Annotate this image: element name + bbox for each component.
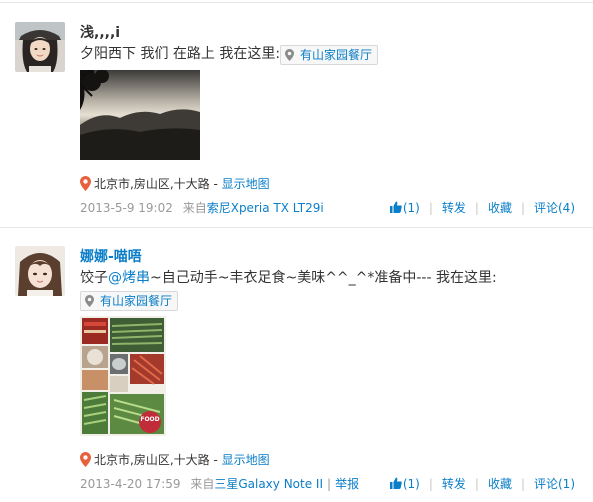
thumbs-up-icon [389,477,402,489]
like-count: (1) [402,477,420,491]
geo-address: 北京市,房山区,十大路 - [94,453,222,467]
like-button[interactable]: (1) [389,201,420,215]
source-prefix: 来自 [190,477,215,491]
report-link[interactable]: 举报 [335,477,359,491]
post-source[interactable]: 三星Galaxy Note II [214,477,323,491]
action-separator: | [474,477,479,491]
location-pin-icon [80,452,91,467]
geo-address: 北京市,房山区,十大路 - [94,177,222,191]
location-pin-icon [285,49,294,61]
avatar[interactable] [15,246,65,296]
post-photo[interactable]: FOOD [80,316,166,436]
action-separator: | [428,477,433,491]
username[interactable]: 娜娜-喵唔 [80,246,142,266]
username[interactable]: 浅,,,,i [80,22,120,42]
action-separator: | [428,201,433,215]
geo-location: 北京市,房山区,十大路 - 显示地图 [80,452,270,468]
post-text-start: 饺子 [80,270,108,286]
repost-button[interactable]: 转发 [442,201,466,215]
post-source[interactable]: 索尼Xperia TX LT29i [207,201,324,215]
source-prefix: 来自 [182,201,207,215]
post-meta: 2013-4-20 17:59 来自三星Galaxy Note II | 举报 [80,476,359,492]
thumbs-up-icon [389,201,402,213]
location-tag-label: 有山家园餐厅 [100,294,173,308]
action-separator: | [520,477,525,491]
divider [0,227,593,228]
post-actions: (1) | 转发 | 收藏 | 评论(1) [389,476,575,492]
location-pin-icon [85,295,94,307]
post-text-end: ~自己动手~丰衣足食~美味^^_^*准备中--- 我在这里: [150,270,497,286]
post-actions: (1) | 转发 | 收藏 | 评论(4) [389,200,575,216]
show-map-link[interactable]: 显示地图 [222,453,270,467]
geo-location: 北京市,房山区,十大路 - 显示地图 [80,176,270,192]
comment-button[interactable]: 评论(1) [534,477,575,491]
favorite-button[interactable]: 收藏 [488,477,512,491]
location-tag-label: 有山家园餐厅 [300,48,373,62]
avatar[interactable] [15,22,65,72]
location-pin-icon [80,176,91,191]
post-photo[interactable] [80,70,200,160]
post-text: 饺子@烤串~自己动手~丰衣足食~美味^^_^*准备中--- 我在这里: [80,268,497,288]
meta-separator: | [327,477,332,491]
show-map-link[interactable]: 显示地图 [222,177,270,191]
post-date[interactable]: 2013-5-9 19:02 [80,201,173,215]
location-tag[interactable]: 有山家园餐厅 [80,291,179,311]
photo-caption: FOOD [140,416,159,423]
favorite-button[interactable]: 收藏 [488,201,512,215]
action-separator: | [474,201,479,215]
like-count: (1) [402,201,420,215]
mention-link[interactable]: @烤串 [108,270,150,286]
post-meta: 2013-5-9 19:02 来自索尼Xperia TX LT29i [80,200,324,216]
post-text: 夕阳西下 我们 在路上 我在这里: [80,46,281,62]
action-separator: | [520,201,525,215]
repost-button[interactable]: 转发 [442,477,466,491]
location-tag[interactable]: 有山家园餐厅 [280,45,379,65]
divider [0,2,593,3]
comment-button[interactable]: 评论(4) [534,201,575,215]
post-date[interactable]: 2013-4-20 17:59 [80,477,181,491]
like-button[interactable]: (1) [389,477,420,491]
